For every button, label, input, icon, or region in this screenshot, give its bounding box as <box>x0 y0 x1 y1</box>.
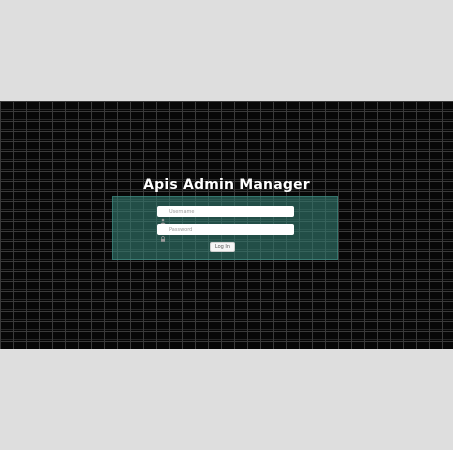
login-button[interactable]: Log In <box>210 242 235 252</box>
page-title: Apis Admin Manager <box>143 177 310 193</box>
username-input[interactable] <box>169 207 289 216</box>
login-page: Apis Admin Manager Log In <box>0 0 453 450</box>
lock-icon <box>160 227 166 242</box>
password-field[interactable] <box>157 224 294 242</box>
password-input[interactable] <box>169 225 289 234</box>
username-field[interactable] <box>157 206 294 224</box>
user-icon <box>160 209 166 224</box>
